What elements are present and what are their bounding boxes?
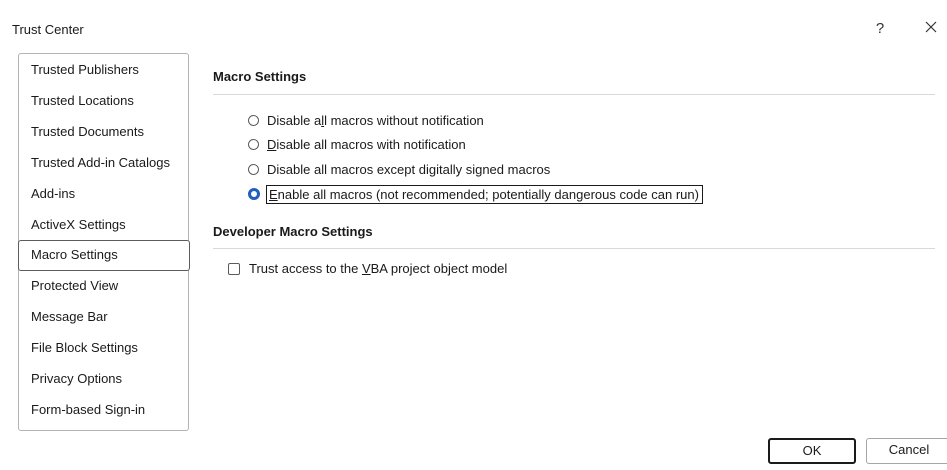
macro-settings-heading: Macro Settings [213,69,307,84]
ok-button[interactable]: OK [768,438,856,464]
trust-center-dialog: Trust Center ? Trusted Publishers Truste… [0,0,947,470]
close-button[interactable] [922,18,940,36]
radio-label: Enable all macros (not recommended; pote… [266,184,703,204]
radio-label: Disable all macros with notification [267,136,466,152]
nav-item-macro-settings[interactable]: Macro Settings [18,240,190,271]
nav-item-trusted-publishers[interactable]: Trusted Publishers [19,55,190,86]
cancel-button[interactable]: Cancel [866,438,947,464]
vba-access-label: Trust access to the VBA project object m… [249,261,508,276]
nav-item-privacy-options[interactable]: Privacy Options [19,364,190,395]
radio-button[interactable] [248,114,259,126]
nav-item-trusted-add-in-catalogs[interactable]: Trusted Add-in Catalogs [19,148,190,179]
nav-item-file-block-settings[interactable]: File Block Settings [19,333,190,364]
nav-item-activex-settings[interactable]: ActiveX Settings [19,210,190,241]
vba-access-checkbox-row[interactable]: Trust access to the VBA project object m… [228,261,507,276]
nav-item-message-bar[interactable]: Message Bar [19,302,190,333]
nav-item-form-based-sign-in[interactable]: Form-based Sign-in [19,395,190,426]
developer-macro-settings-heading: Developer Macro Settings [213,224,373,239]
radio-button-selected[interactable] [248,188,260,200]
close-icon [925,21,937,33]
category-list: Trusted Publishers Trusted Locations Tru… [18,53,190,431]
nav-item-add-ins[interactable]: Add-ins [19,179,190,210]
nav-item-trusted-locations[interactable]: Trusted Locations [19,86,190,117]
help-button[interactable]: ? [872,20,888,37]
radio-label: Disable all macros except digitally sign… [267,161,551,177]
radio-disable-except-signed[interactable]: Disable all macros except digitally sign… [248,160,550,178]
developer-settings-divider [213,248,935,249]
radio-disable-with-notification[interactable]: Disable all macros with notification [248,135,466,153]
radio-label: Disable all macros without notification [267,112,484,128]
radio-disable-without-notification[interactable]: Disable all macros without notification [248,111,484,129]
radio-button[interactable] [248,138,259,150]
nav-item-protected-view[interactable]: Protected View [19,271,190,302]
macro-settings-divider [213,94,935,95]
radio-enable-all-macros[interactable]: Enable all macros (not recommended; pote… [248,184,703,204]
vba-access-checkbox[interactable] [228,262,240,275]
radio-button[interactable] [248,163,259,175]
nav-item-trusted-documents[interactable]: Trusted Documents [19,117,190,148]
dialog-title: Trust Center [12,22,84,37]
